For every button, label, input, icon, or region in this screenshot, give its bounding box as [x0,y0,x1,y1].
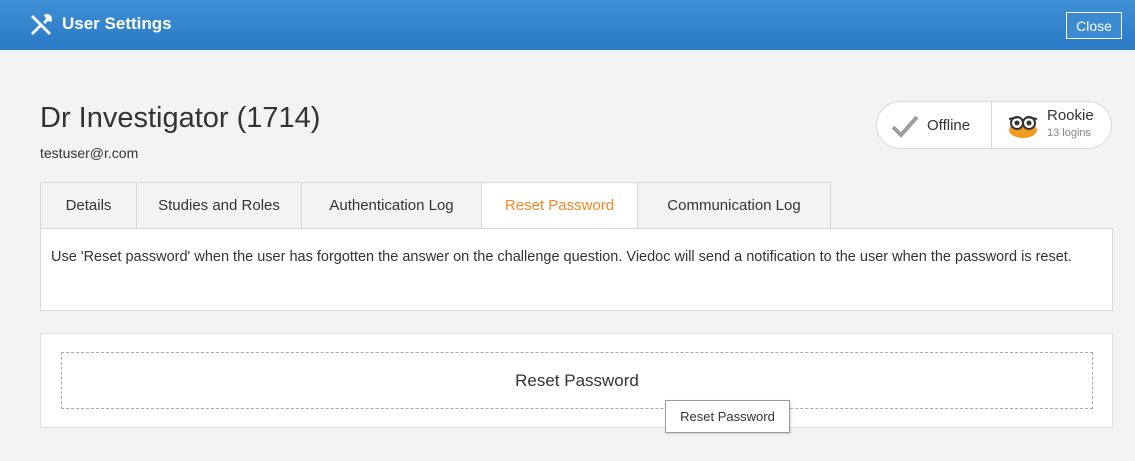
tools-icon [31,14,52,35]
user-status-box: Offline Rookie 13 logins [876,101,1112,149]
tooltip: Reset Password [665,400,790,433]
checkmark-icon [891,115,919,138]
user-email: testuser@r.com [40,145,139,161]
titlebar: User Settings Close [0,0,1135,50]
status-divider [991,102,992,148]
tab-reset-password[interactable]: Reset Password [481,182,637,229]
tab-details[interactable]: Details [40,182,136,229]
window-title: User Settings [62,14,172,33]
rank-label: Rookie [1047,107,1094,124]
reset-password-button[interactable]: Reset Password [61,352,1093,409]
presence-status: Offline [927,117,971,134]
reset-card: Reset Password [40,333,1113,428]
tab-studies-and-roles[interactable]: Studies and Roles [136,182,301,229]
tab-communication-log[interactable]: Communication Log [637,182,831,229]
reset-password-panel: Use 'Reset password' when the user has f… [40,228,1113,311]
reset-password-description: Use 'Reset password' when the user has f… [51,249,1072,265]
logins-count: 13 logins [1047,127,1092,139]
close-button[interactable]: Close [1066,12,1122,39]
tab-authentication-log[interactable]: Authentication Log [301,182,481,229]
owl-icon [1008,116,1038,138]
tab-bar: Details Studies and Roles Authentication… [40,182,831,229]
user-name: Dr Investigator (1714) [40,102,321,134]
